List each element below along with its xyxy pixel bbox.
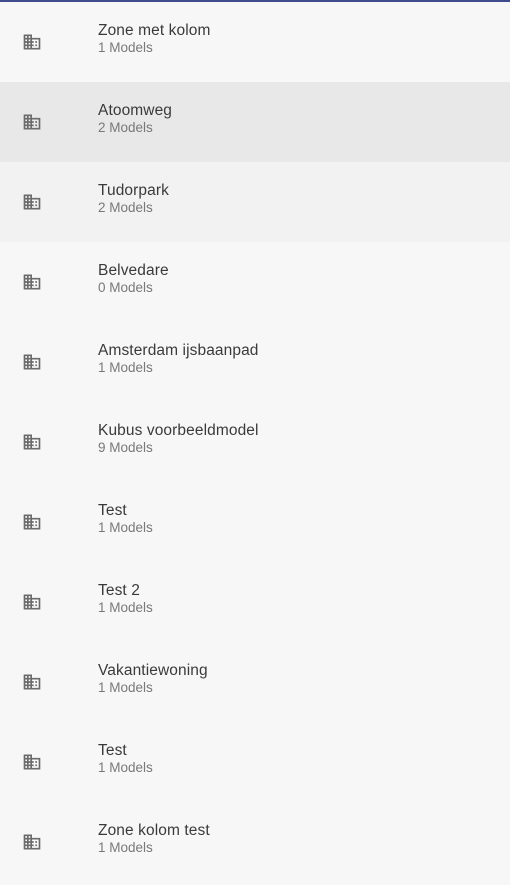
project-list-item[interactable]: Belvedare 0 Models [0,242,510,322]
project-model-count: 1 Models [98,840,153,855]
project-model-count: 2 Models [98,120,153,135]
project-name: Belvedare [98,262,169,279]
project-text: Vakantiewoning 1 Models [98,662,208,696]
project-name: Test [98,502,127,519]
project-text: Kubus voorbeeldmodel 9 Models [98,422,259,456]
project-name: Zone kolom test [98,822,210,839]
project-text: Belvedare 0 Models [98,262,169,296]
project-list-item[interactable]: Test 1 Models [0,722,510,802]
project-model-count: 9 Models [98,440,153,455]
project-model-count: 1 Models [98,760,153,775]
project-text: Zone kolom test 1 Models [98,822,210,856]
building-icon [0,642,98,722]
project-list-item[interactable]: Tudorpark 2 Models [0,162,510,242]
project-text: Atoomweg 2 Models [98,102,172,136]
project-list-item[interactable]: Zone met kolom 1 Models [0,2,510,82]
project-text: Test 21 Models [98,582,153,616]
project-name: Amsterdam ijsbaanpad [98,342,259,359]
project-list-item[interactable]: Zone kolom test 1 Models [0,802,510,882]
building-icon [0,242,98,322]
building-icon [0,2,98,82]
project-list-page: Zone met kolom 1 Models Atoomweg 2 Models Tu… [0,0,510,885]
project-list-item[interactable]: Test 21 Models [0,562,510,642]
building-icon [0,802,98,882]
project-text: Test 1 Models [98,742,153,776]
project-list-item[interactable]: Test 1 Models [0,482,510,562]
building-icon [0,402,98,482]
project-list-item[interactable]: Vakantiewoning 1 Models [0,642,510,722]
project-text: Zone met kolom 1 Models [98,22,211,56]
project-name: Vakantiewoning [98,662,208,679]
project-name: Tudorpark [98,182,169,199]
project-model-count: 1 Models [98,40,153,55]
project-list-item[interactable]: Kubus voorbeeldmodel 9 Models [0,402,510,482]
project-name: Test 2 [98,582,140,599]
project-model-count: 2 Models [98,200,153,215]
project-list-item[interactable]: Amsterdam ijsbaanpad 1 Models [0,322,510,402]
project-text: Tudorpark 2 Models [98,182,169,216]
project-name: Atoomweg [98,102,173,119]
building-icon [0,322,98,402]
project-name: Kubus voorbeeldmodel [98,422,259,439]
project-name: Test [98,742,127,759]
project-name: Zone met kolom [98,22,211,39]
building-icon [0,722,98,802]
project-text: Test 1 Models [98,502,153,536]
project-list-item[interactable]: Atoomweg 2 Models [0,82,510,162]
building-icon [0,482,98,562]
project-list: Zone met kolom 1 Models Atoomweg 2 Models Tu… [0,2,510,882]
building-icon [0,82,98,162]
project-model-count: 1 Models [98,520,153,535]
project-text: Amsterdam ijsbaanpad 1 Models [98,342,259,376]
project-model-count: 1 Models [98,680,153,695]
project-model-count: 0 Models [98,280,153,295]
building-icon [0,162,98,242]
project-model-count: 1 Models [98,600,153,615]
project-model-count: 1 Models [98,360,153,375]
building-icon [0,562,98,642]
